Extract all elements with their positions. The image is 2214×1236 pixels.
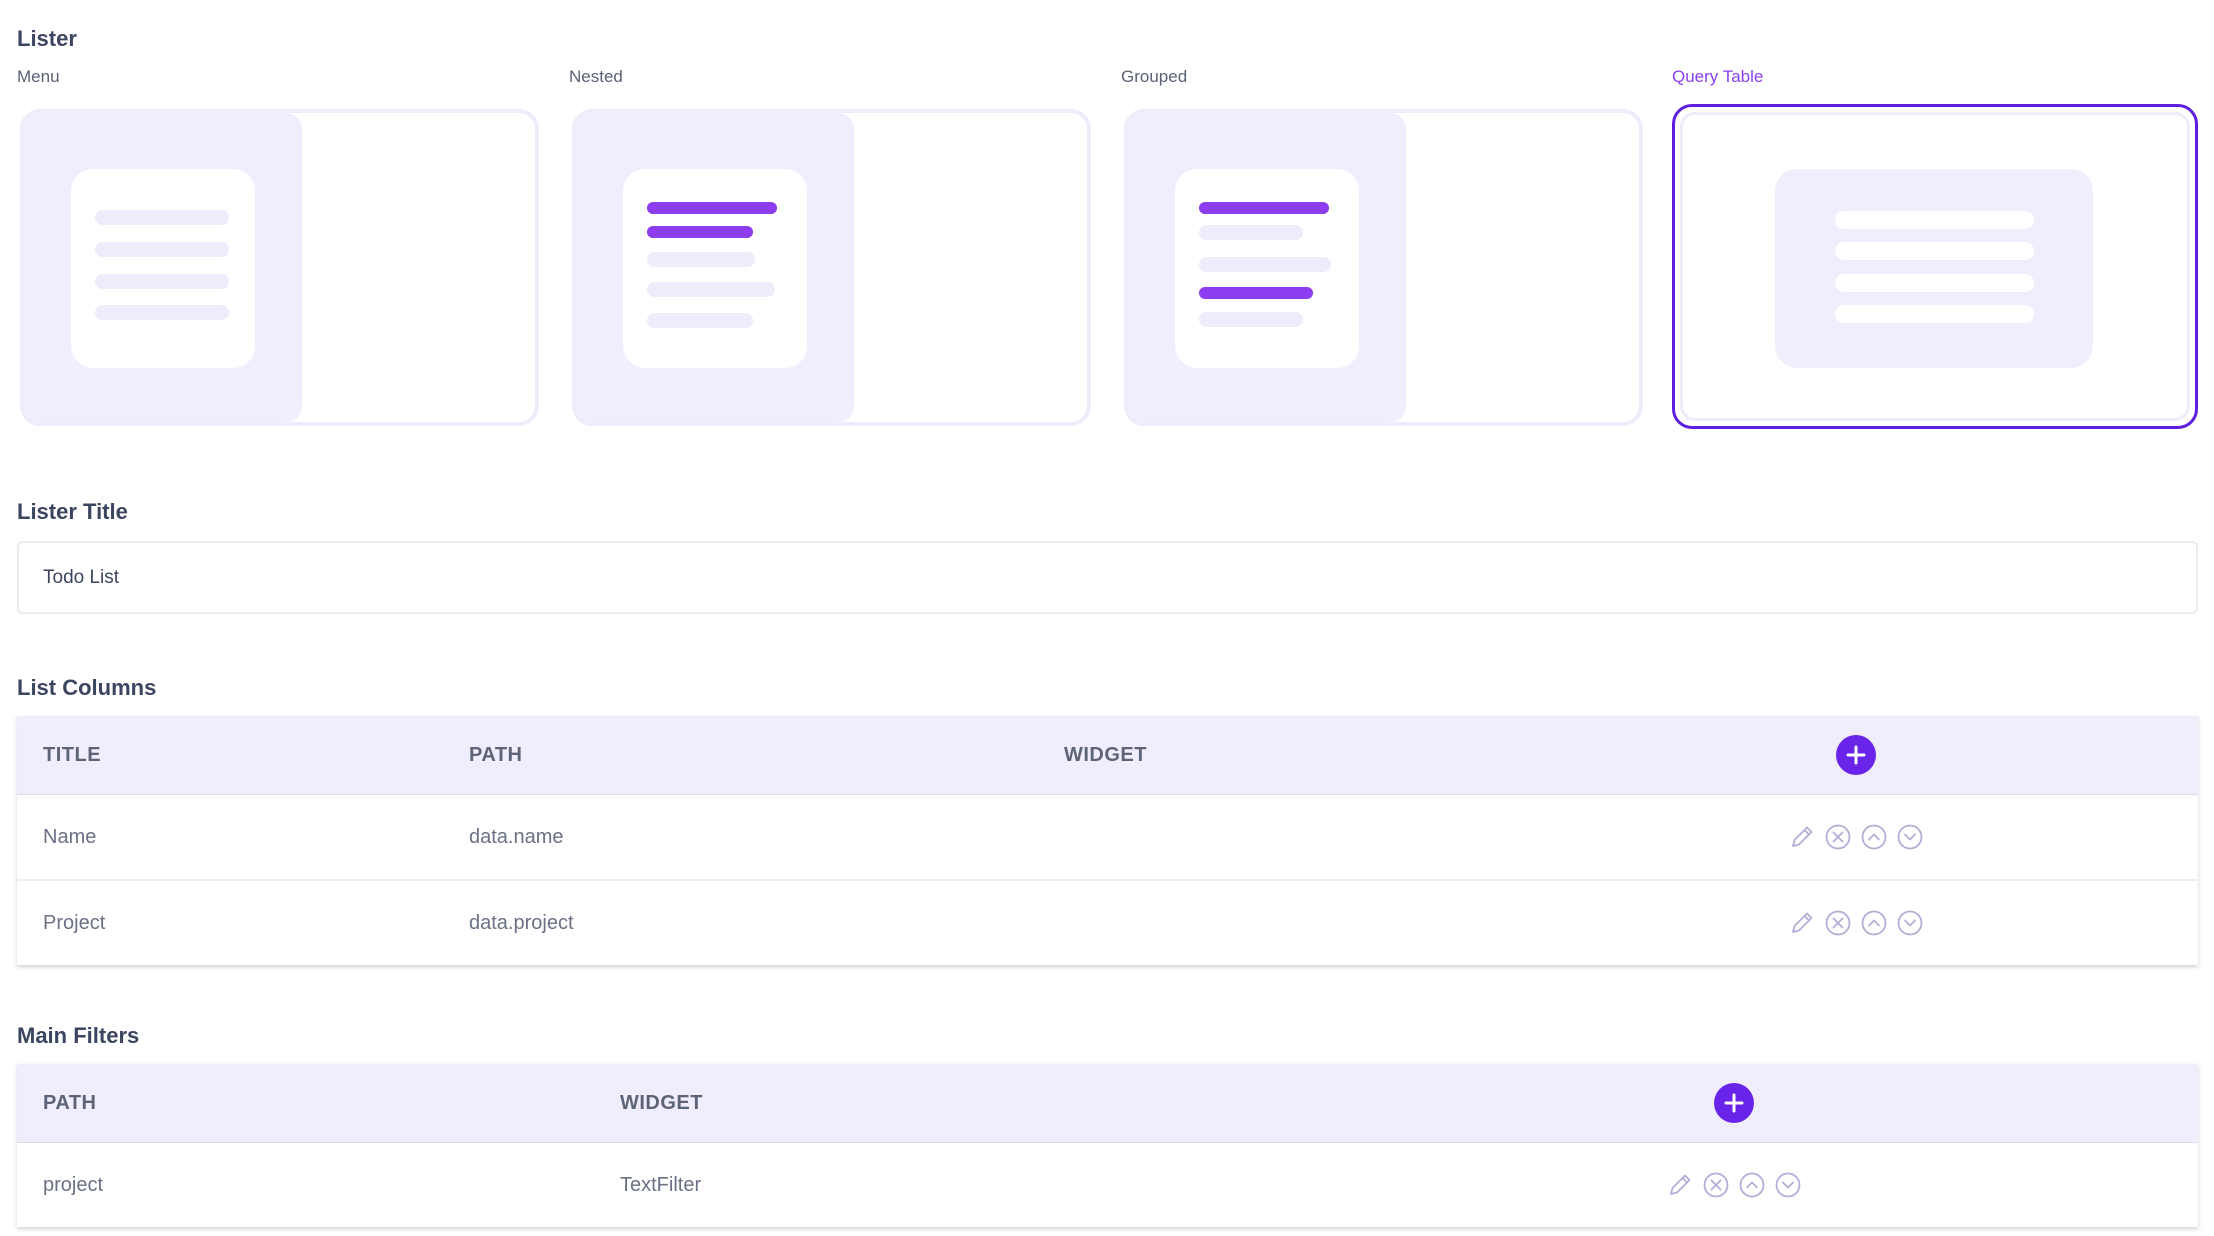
preview-line bbox=[95, 274, 229, 289]
row-actions bbox=[1787, 908, 1925, 938]
sidebar-preview bbox=[576, 113, 854, 422]
preview-line bbox=[647, 313, 753, 328]
row-actions bbox=[1787, 822, 1925, 852]
preview-line-active bbox=[647, 226, 753, 238]
main-filters-table: PATH WIDGET project TextFilter bbox=[17, 1064, 2198, 1227]
plus-icon bbox=[1846, 745, 1866, 765]
layout-option-menu[interactable] bbox=[20, 109, 539, 426]
preview-line bbox=[1835, 242, 2034, 260]
preview-line bbox=[1199, 312, 1303, 327]
preview-line bbox=[647, 252, 755, 267]
chevron-down-circle-icon[interactable] bbox=[1773, 1170, 1803, 1200]
preview-line bbox=[95, 210, 229, 225]
preview-line bbox=[1199, 257, 1331, 272]
query-table-preview bbox=[1775, 169, 2093, 368]
chevron-up-circle-icon[interactable] bbox=[1859, 908, 1889, 938]
close-circle-icon[interactable] bbox=[1823, 822, 1853, 852]
add-filter-button[interactable] bbox=[1714, 1083, 1754, 1123]
menu-preview-doc bbox=[71, 169, 255, 368]
table-row: Project data.project bbox=[17, 881, 2198, 965]
table-header: PATH WIDGET bbox=[17, 1064, 2198, 1143]
preview-line bbox=[1199, 225, 1303, 240]
filter-widget-cell: TextFilter bbox=[620, 1174, 702, 1196]
preview-line bbox=[1835, 305, 2034, 323]
list-columns-heading: List Columns bbox=[17, 675, 157, 700]
filter-header-widget: WIDGET bbox=[620, 1092, 703, 1114]
grouped-preview-doc bbox=[1175, 169, 1359, 368]
chevron-up-circle-icon[interactable] bbox=[1859, 822, 1889, 852]
preview-line bbox=[95, 305, 229, 320]
layout-label-menu: Menu bbox=[17, 67, 60, 86]
chevron-down-circle-icon[interactable] bbox=[1895, 822, 1925, 852]
layout-option-query-table[interactable] bbox=[1672, 104, 2198, 429]
chevron-down-circle-icon[interactable] bbox=[1895, 908, 1925, 938]
list-columns-table: TITLE PATH WIDGET Name data.name Project… bbox=[17, 716, 2198, 965]
pencil-icon[interactable] bbox=[1665, 1170, 1695, 1200]
filter-path-cell: project bbox=[43, 1174, 104, 1196]
nested-preview-doc bbox=[623, 169, 807, 368]
chevron-up-circle-icon[interactable] bbox=[1737, 1170, 1767, 1200]
column-title-cell: Project bbox=[43, 912, 106, 934]
main-filters-heading: Main Filters bbox=[17, 1023, 140, 1048]
table-row: project TextFilter bbox=[17, 1143, 2198, 1227]
sidebar-preview bbox=[24, 113, 302, 422]
plus-icon bbox=[1724, 1093, 1744, 1113]
layout-label-nested: Nested bbox=[569, 67, 623, 86]
preview-line-active bbox=[647, 202, 777, 214]
pencil-icon[interactable] bbox=[1787, 822, 1817, 852]
lister-title-heading: Lister Title bbox=[17, 499, 128, 524]
lister-settings-page: Lister Menu Nested Grouped Query Table L… bbox=[0, 0, 2214, 1236]
sidebar-preview bbox=[1128, 113, 1406, 422]
row-actions bbox=[1665, 1170, 1803, 1200]
column-header-widget: WIDGET bbox=[1064, 744, 1147, 766]
column-path-cell: data.project bbox=[469, 912, 574, 934]
add-column-button[interactable] bbox=[1836, 735, 1876, 775]
preview-line-active bbox=[1199, 202, 1329, 214]
close-circle-icon[interactable] bbox=[1701, 1170, 1731, 1200]
filter-header-path: PATH bbox=[43, 1092, 97, 1114]
lister-title-input[interactable] bbox=[17, 541, 2198, 614]
layout-label-query-table: Query Table bbox=[1672, 67, 1764, 86]
preview-line bbox=[1835, 211, 2034, 229]
lister-heading: Lister bbox=[17, 26, 77, 51]
preview-line bbox=[647, 282, 775, 297]
layout-label-grouped: Grouped bbox=[1121, 67, 1188, 86]
column-title-cell: Name bbox=[43, 826, 97, 848]
close-circle-icon[interactable] bbox=[1823, 908, 1853, 938]
table-row: Name data.name bbox=[17, 795, 2198, 881]
layout-option-grouped[interactable] bbox=[1124, 109, 1643, 426]
preview-line bbox=[95, 242, 229, 257]
column-header-path: PATH bbox=[469, 744, 523, 766]
pencil-icon[interactable] bbox=[1787, 908, 1817, 938]
preview-line-active bbox=[1199, 287, 1313, 299]
layout-option-nested[interactable] bbox=[572, 109, 1091, 426]
column-path-cell: data.name bbox=[469, 826, 564, 848]
preview-line bbox=[1835, 274, 2034, 292]
table-header: TITLE PATH WIDGET bbox=[17, 716, 2198, 795]
column-header-title: TITLE bbox=[43, 744, 102, 766]
